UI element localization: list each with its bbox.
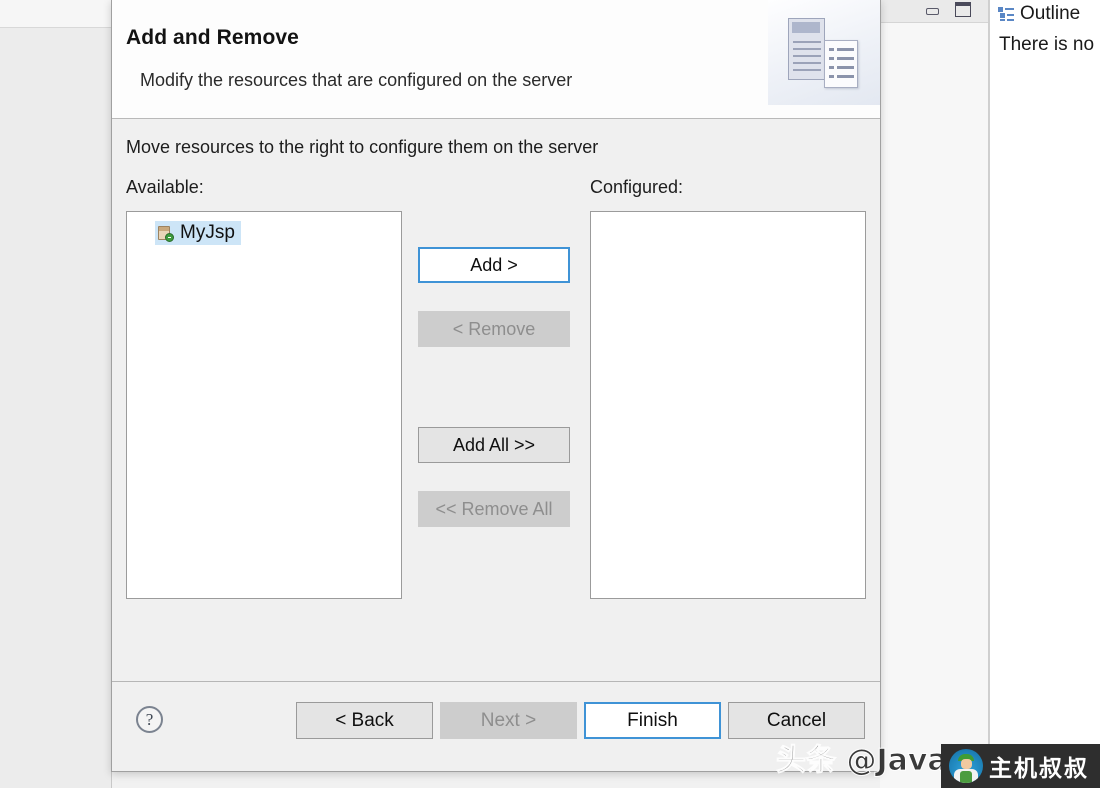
next-button[interactable]: Next > xyxy=(440,702,577,739)
page-subtitle: Modify the resources that are configured… xyxy=(140,70,573,90)
web-project-icon xyxy=(157,225,174,242)
watermark-logo-label: 主机叔叔 xyxy=(989,756,1089,782)
banner-document-front-icon xyxy=(824,40,858,88)
add-button[interactable]: Add > xyxy=(418,247,570,283)
outline-view: Outline There is no xyxy=(989,0,1100,788)
cancel-button[interactable]: Cancel xyxy=(728,702,865,739)
banner-document-back-icon xyxy=(788,18,825,80)
back-button[interactable]: < Back xyxy=(296,702,433,739)
person-avatar-icon xyxy=(949,749,983,783)
instruction-text: Move resources to the right to configure… xyxy=(126,137,599,157)
ide-left-pane xyxy=(0,0,112,788)
available-resources-list[interactable]: MyJsp xyxy=(126,211,402,599)
tab-outline[interactable]: Outline xyxy=(998,0,1080,28)
configured-list-label: Configured: xyxy=(590,177,684,197)
configured-resources-list[interactable] xyxy=(590,211,866,599)
watermark-logo: 主机叔叔 xyxy=(941,744,1100,788)
ide-editor-area xyxy=(880,0,989,788)
ide-left-toolbar-strip xyxy=(0,0,111,28)
maximize-icon[interactable] xyxy=(955,2,971,17)
remove-button[interactable]: < Remove xyxy=(418,311,570,347)
dialog-header: Add and Remove Modify the resources that… xyxy=(112,0,880,119)
page-title: Add and Remove xyxy=(126,26,299,49)
dialog-body: Move resources to the right to configure… xyxy=(112,119,880,681)
wizard-banner-image xyxy=(768,0,880,105)
outline-icon xyxy=(998,6,1014,22)
outline-empty-message: There is no xyxy=(999,34,1095,55)
remove-all-button[interactable]: << Remove All xyxy=(418,491,570,527)
help-icon[interactable]: ? xyxy=(136,706,163,733)
finish-button[interactable]: Finish xyxy=(584,702,721,739)
dialog-footer: ? < Back Next > Finish Cancel xyxy=(112,681,880,771)
list-item-label: MyJsp xyxy=(180,222,235,243)
add-and-remove-dialog: Add and Remove Modify the resources that… xyxy=(111,0,881,772)
add-all-button[interactable]: Add All >> xyxy=(418,427,570,463)
outline-tab-label: Outline xyxy=(1020,3,1081,24)
available-list-label: Available: xyxy=(126,177,204,197)
list-item[interactable]: MyJsp xyxy=(155,221,241,245)
minimize-icon[interactable] xyxy=(925,4,939,15)
